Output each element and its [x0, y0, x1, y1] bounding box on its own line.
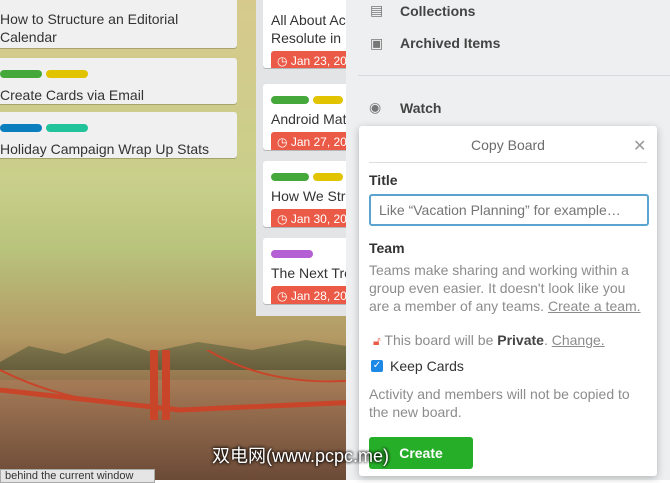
card-title: Android Mat — [271, 111, 347, 127]
close-icon[interactable]: ✕ — [633, 136, 646, 156]
due-date-badge: ◷ Jan 23, 20 — [271, 51, 353, 68]
card-title: Create Cards via Email — [0, 87, 144, 103]
purple-label — [271, 250, 313, 258]
collections-icon: ▤ — [370, 2, 384, 18]
team-label: Team — [369, 240, 405, 256]
blue-label — [0, 124, 42, 132]
change-visibility-link[interactable]: Change. — [552, 332, 605, 348]
card-create-cards-email[interactable]: Create Cards via Email — [0, 58, 237, 104]
due-date-badge: ◷ Jan 30, 20 — [271, 209, 353, 227]
card-title-line: How to Structure an Editorial — [0, 11, 179, 27]
create-team-link[interactable]: Create a team. — [548, 298, 641, 314]
due-date: Jan 27, 20 — [290, 135, 347, 149]
lock-icon: 🔓︎ — [373, 334, 381, 348]
menu-archived-items[interactable]: Archived Items — [400, 35, 500, 51]
yellow-label — [313, 173, 343, 181]
privacy-level: Private — [497, 332, 544, 348]
card-editorial-calendar[interactable]: How to Structure an Editorial Calendar — [0, 0, 237, 48]
green-label — [271, 173, 309, 181]
keep-cards-label[interactable]: Keep Cards — [390, 358, 464, 374]
menu-divider — [358, 75, 670, 76]
due-date-badge: ◷ Jan 28, 20 — [271, 286, 353, 304]
due-date: Jan 28, 20 — [290, 289, 347, 303]
teal-label — [46, 124, 88, 132]
green-label — [0, 70, 42, 78]
board-title-input[interactable] — [369, 194, 649, 226]
bridge-illustration — [0, 350, 360, 420]
due-date: Jan 30, 20 — [290, 212, 347, 226]
due-date: Jan 23, 20 — [290, 54, 347, 68]
card-title: How We Str — [271, 188, 346, 204]
yellow-label — [46, 70, 88, 78]
card-holiday-campaign[interactable]: Holiday Campaign Wrap Up Stats — [0, 112, 237, 158]
watermark-text: 双电网(www.pcpc.me) — [212, 446, 390, 466]
privacy-notice: 🔓︎ This board will be Private. Change. — [373, 332, 605, 348]
due-date-badge: ◷ Jan 27, 20 — [271, 132, 353, 150]
card-title-line: All About Ac — [271, 12, 346, 28]
yellow-label — [313, 96, 343, 104]
eye-icon: ◉ — [369, 99, 382, 115]
privacy-prefix: This board will be — [384, 332, 494, 348]
team-description: Teams make sharing and working within a … — [369, 261, 649, 315]
popover-divider — [369, 162, 647, 163]
tooltip: behind the current window — [0, 469, 155, 483]
card-title: Holiday Campaign Wrap Up Stats — [0, 141, 210, 157]
menu-collections[interactable]: Collections — [400, 3, 475, 19]
activity-note: Activity and members will not be copied … — [369, 386, 630, 420]
card-title: The Next Tre — [271, 265, 352, 281]
green-label — [271, 96, 309, 104]
menu-watch[interactable]: Watch — [400, 100, 441, 116]
card-title-line: Resolute in I — [271, 30, 349, 46]
archive-icon: ▣ — [370, 35, 384, 51]
title-label: Title — [369, 172, 398, 188]
keep-cards-checkbox[interactable]: ✓ — [371, 360, 383, 372]
copy-board-popover: Copy Board ✕ Title Team Teams make shari… — [359, 126, 657, 476]
card-title-line: Calendar — [0, 29, 57, 45]
popover-title: Copy Board — [471, 137, 545, 153]
